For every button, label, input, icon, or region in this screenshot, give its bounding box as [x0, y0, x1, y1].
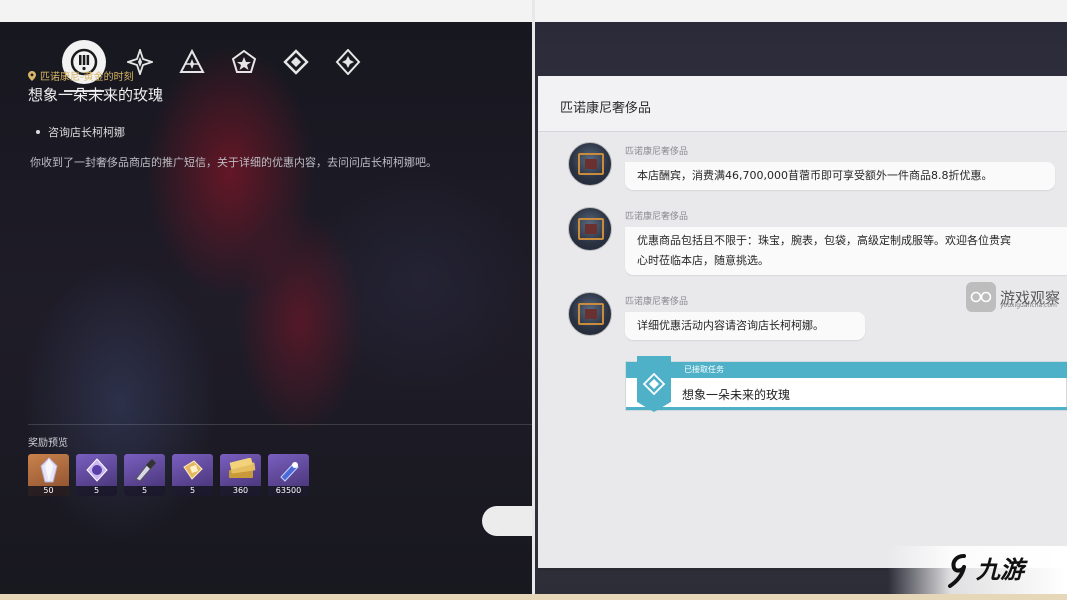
tab-pentagon-star[interactable]	[226, 44, 262, 80]
bottom-strip	[0, 594, 1067, 600]
watermark-site: 游戏观察 youxiguancha.com	[966, 282, 1060, 312]
star-diamond-icon	[335, 49, 361, 75]
message-bottom-edge	[538, 568, 888, 571]
reward-count: 5	[76, 486, 117, 496]
reward-item[interactable]: 50	[28, 454, 69, 496]
watermark-logo-icon	[966, 282, 996, 312]
brand-logo-icon	[948, 554, 966, 588]
message-text-line: 优惠商品包括且不限于：珠宝，腕表，包袋，高级定制成服等。欢迎各位贵宾	[637, 234, 1011, 247]
message-text-line: 心时莅临本店，随意挑选。	[637, 254, 769, 267]
exp-book-icon	[279, 462, 299, 482]
diamond-quest-icon	[643, 373, 665, 395]
rewards-list: 50 5 5 5 360 63500	[28, 454, 309, 496]
tab-triangle-star[interactable]	[174, 44, 210, 80]
reward-count: 50	[28, 486, 69, 496]
accepted-quest-card[interactable]: 已接取任务 想象一朵未来的玫瑰	[625, 361, 1067, 411]
message-sender: 匹诺康尼奢侈品	[625, 297, 689, 307]
screenshot-root: 匹诺康尼-黄金的时刻 想象一朵未来的玫瑰 咨询店长柯柯娜 你收到了一封奢侈品商店…	[0, 0, 1067, 600]
rewards-divider	[28, 424, 532, 425]
contact-avatar[interactable]	[568, 292, 612, 336]
triangle-star-icon	[179, 49, 205, 73]
location-pin-icon	[28, 70, 36, 81]
watermark-site-url: youxiguancha.com	[1000, 302, 1057, 309]
location-text: 匹诺康尼-黄金的时刻	[40, 72, 134, 83]
message-contact-title: 匹诺康尼奢侈品	[560, 101, 652, 116]
purple-orb-icon	[85, 458, 108, 482]
gold-material-icon	[182, 460, 203, 480]
reward-item[interactable]: 5	[76, 454, 117, 496]
reward-count: 63500	[268, 486, 309, 496]
reward-item[interactable]: 5	[172, 454, 213, 496]
quest-description: 你收到了一封奢侈品商店的推广短信，关于详细的优惠内容，去问问店长柯柯娜吧。	[30, 156, 437, 169]
watermark-brand: 九游	[888, 546, 1067, 600]
objective-bullet	[36, 130, 40, 134]
quest-detail-panel	[0, 22, 532, 594]
quest-ribbon	[637, 356, 671, 412]
objective-text: 咨询店长柯柯娜	[48, 126, 125, 139]
quest-card-name: 想象一朵未来的玫瑰	[682, 388, 791, 402]
message-text: 详细优惠活动内容请咨询店长柯柯娜。	[637, 319, 824, 332]
contact-avatar[interactable]	[568, 142, 612, 186]
diamond-nav-icon	[283, 49, 309, 75]
crystal-icon	[39, 457, 58, 483]
message-sender: 匹诺康尼奢侈品	[625, 147, 689, 157]
message-sender: 匹诺康尼奢侈品	[625, 212, 689, 222]
credit-stack-icon	[228, 458, 255, 478]
brand-text: 九游	[976, 556, 1024, 584]
quest-location: 匹诺康尼-黄金的时刻	[28, 68, 134, 83]
message-text: 本店酬宾，消费满46,700,000苜蓿币即可享受额外一件商品8.8折优惠。	[637, 169, 993, 182]
message-bubble: 优惠商品包括且不限于：珠宝，腕表，包袋，高级定制成服等。欢迎各位贵宾 心时莅临本…	[625, 227, 1067, 275]
quest-title: 想象一朵未来的玫瑰	[28, 86, 164, 104]
pentagon-star-icon	[231, 49, 257, 73]
quest-accepted-label: 已接取任务	[684, 365, 724, 374]
reward-count: 5	[172, 486, 213, 496]
weapon-shard-icon	[134, 459, 156, 482]
contact-avatar[interactable]	[568, 207, 612, 251]
quest-objective: 咨询店长柯柯娜	[36, 124, 125, 140]
quest-card-baseline	[626, 407, 1067, 410]
message-bubble: 本店酬宾，消费满46,700,000苜蓿币即可享受额外一件商品8.8折优惠。	[625, 162, 1055, 190]
reward-count: 5	[124, 486, 165, 496]
tab-diamond-nav[interactable]	[278, 44, 314, 80]
reward-count: 360	[220, 486, 261, 496]
rewards-label: 奖励预览	[28, 438, 68, 449]
message-bubble: 详细优惠活动内容请咨询店长柯柯娜。	[625, 312, 865, 340]
reward-item[interactable]: 63500	[268, 454, 309, 496]
tab-star-diamond-2[interactable]	[330, 44, 366, 80]
reward-item[interactable]: 360	[220, 454, 261, 496]
reward-item[interactable]: 5	[124, 454, 165, 496]
